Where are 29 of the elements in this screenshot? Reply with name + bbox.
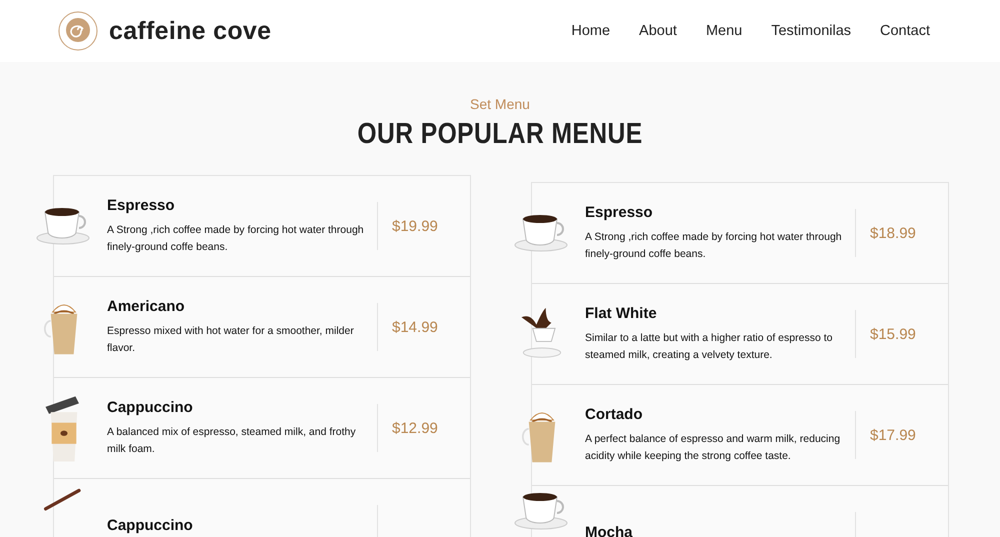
item-description: A Strong ,rich coffee made by forcing hot water through finely-ground coffe beans.: [585, 230, 843, 262]
item-description: Similar to a latte but with a higher ratio of espresso to steamed milk, creating a velvety texture.: [585, 330, 834, 362]
item-price: $18.99: [870, 224, 916, 242]
item-name: Flat White: [585, 304, 658, 322]
item-price: $17.99: [870, 426, 916, 444]
item-price: $19.99: [392, 218, 438, 234]
item-name: Cappuccino: [107, 516, 194, 534]
item-name: Espresso: [107, 196, 176, 214]
nav-link[interactable]: Home: [571, 23, 610, 39]
brand-name[interactable]: caffeine cove: [109, 16, 272, 46]
nav-link[interactable]: Testimonilas: [771, 23, 852, 39]
section-eyebrow: Set Menu: [469, 96, 531, 112]
item-name: Mocha: [585, 524, 634, 537]
item-price: $15.99: [870, 326, 916, 342]
item-name: Cortado: [585, 406, 644, 422]
item-name: Americano: [107, 298, 186, 314]
item-description: Espresso mixed with hot water for a smoother, milder flavor.: [107, 324, 355, 356]
section-title: OUR POPULAR MENUE: [356, 118, 644, 151]
item-description: A Strong ,rich coffee made by forcing hot water through finely-ground coffe beans.: [107, 222, 365, 254]
nav-link[interactable]: About: [639, 23, 677, 39]
item-name: Espresso: [585, 204, 654, 220]
item-description: A balanced mix of espresso, steamed milk, and frothy milk foam.: [107, 424, 357, 456]
nav-link[interactable]: Menu: [706, 23, 742, 39]
coffee-logo-icon: [58, 11, 98, 51]
item-name: Cappuccino: [107, 398, 194, 416]
item-price: $12.99: [392, 420, 438, 436]
item-description: A perfect balance of espresso and warm milk, reducing acidity while keeping the strong coffee taste.: [585, 432, 842, 464]
item-price: $14.99: [392, 318, 438, 336]
nav-link[interactable]: Contact: [880, 23, 930, 39]
